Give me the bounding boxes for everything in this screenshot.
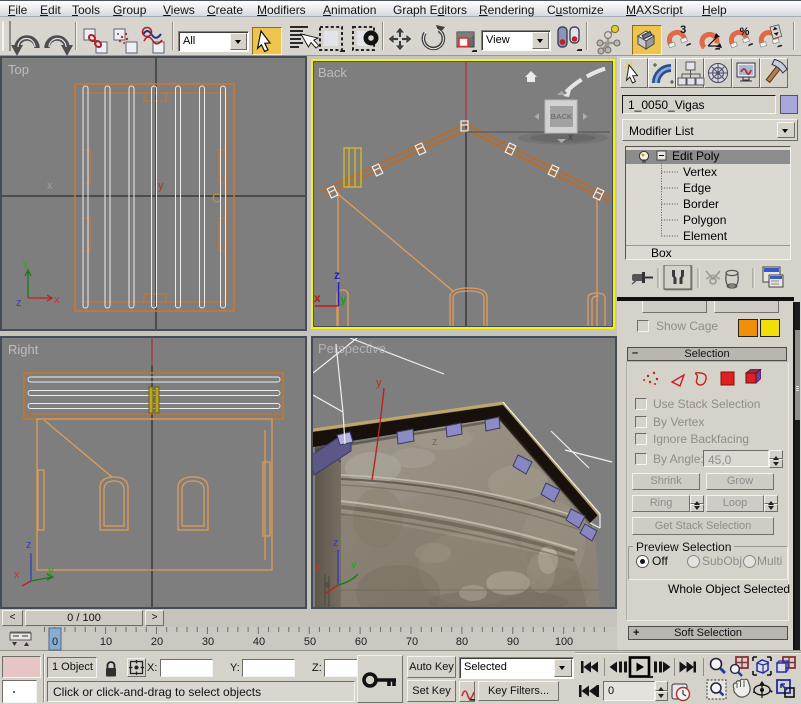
svg-text:x: x	[315, 561, 321, 573]
svg-text:z: z	[333, 537, 339, 549]
svg-text:y: y	[48, 565, 54, 577]
svg-text:Back: Back	[318, 65, 347, 80]
svg-text:x: x	[14, 569, 20, 581]
svg-text:Top: Top	[8, 62, 29, 77]
svg-text:x: x	[314, 291, 321, 305]
svg-text:z: z	[432, 436, 438, 448]
svg-text:z: z	[334, 268, 340, 282]
svg-text:3: 3	[680, 24, 686, 36]
svg-text:y: y	[351, 559, 357, 571]
svg-text:y: y	[376, 377, 382, 389]
svg-text:z: z	[26, 539, 32, 551]
svg-text:Perspective: Perspective	[318, 341, 386, 356]
svg-text:x: x	[568, 132, 573, 143]
svg-text:y: y	[158, 180, 164, 192]
svg-text:%: %	[740, 26, 750, 38]
svg-text:y: y	[340, 292, 347, 306]
svg-text:Right: Right	[8, 342, 39, 357]
svg-text:z: z	[16, 297, 22, 309]
svg-text:x: x	[47, 180, 53, 192]
svg-text:y: y	[23, 257, 29, 269]
svg-text:x: x	[54, 294, 60, 306]
svg-text:BACK: BACK	[551, 112, 573, 121]
